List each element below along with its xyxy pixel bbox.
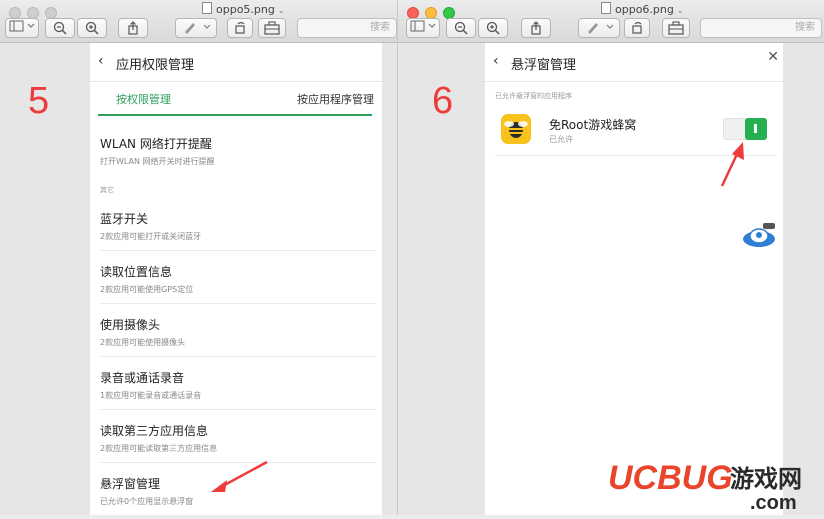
list-item-wlan-reminder[interactable]: WLAN 网络打开提醒 打开WLAN 网络开关时进行提醒: [100, 135, 376, 167]
pen-icon: [185, 23, 211, 34]
share-button[interactable]: [521, 18, 551, 38]
ucbug-watermark: UCBUG 游戏网 .com: [606, 457, 820, 515]
zoom-in-button[interactable]: [478, 18, 508, 38]
list-item-subtitle: 2款应用可能使用摄像头: [100, 338, 186, 347]
search-placeholder: 搜索: [795, 22, 815, 33]
list-item-title: 读取位置信息: [100, 265, 173, 279]
list-item-subtitle: 2款应用可能打开或关闭蓝牙: [100, 232, 202, 241]
phone-screen-permissions: ‹ 应用权限管理 按权限管理 按应用程序管理 WLAN 网络打开提醒 打开WLA…: [90, 43, 382, 515]
tab-by-app[interactable]: 按应用程序管理: [297, 91, 374, 107]
share-icon: [531, 21, 541, 35]
list-item-subtitle: 1款应用可能录音或通话录音: [100, 391, 202, 400]
share-button[interactable]: [118, 18, 148, 38]
list-item-title: WLAN 网络打开提醒: [100, 137, 212, 151]
divider: [100, 409, 376, 410]
floating-ball-icon[interactable]: [741, 219, 781, 249]
list-item-title: 录音或通话录音: [100, 371, 185, 385]
ucbug-logo: UCBUG 游戏网 .com: [607, 458, 802, 514]
zoom-out-icon: [53, 21, 67, 35]
chevron-down-icon[interactable]: ⌄: [278, 6, 285, 15]
back-arrow-icon[interactable]: ‹: [493, 53, 499, 69]
back-arrow-icon[interactable]: ‹: [98, 53, 104, 69]
divider: [100, 250, 376, 251]
rotate-button[interactable]: [227, 18, 253, 38]
pen-icon: [588, 23, 614, 34]
screen-title: 悬浮窗管理: [511, 58, 577, 73]
toolbox-button[interactable]: [662, 18, 690, 38]
screen-header: ‹ 应用权限管理: [90, 43, 382, 82]
watermark-suffix: 游戏网: [730, 465, 802, 493]
close-icon[interactable]: ✕: [767, 49, 779, 65]
rotate-icon: [235, 22, 245, 34]
zoom-in-icon: [85, 21, 99, 35]
rotate-icon: [632, 22, 642, 34]
share-icon: [128, 21, 138, 35]
zoom-in-button[interactable]: [77, 18, 107, 38]
window-titlebar: oppo5.png ⌄ 搜索: [0, 0, 397, 43]
toolbox-button[interactable]: [258, 18, 286, 38]
section-label-other: 其它: [100, 186, 114, 194]
divider: [100, 303, 376, 304]
list-item-subtitle: 打开WLAN 网络开关时进行提醒: [100, 157, 215, 166]
search-field[interactable]: 搜索: [700, 18, 822, 38]
step-number-6: 6: [432, 80, 454, 122]
list-item-location[interactable]: 读取位置信息 2款应用可能使用GPS定位: [100, 263, 376, 295]
sidebar-icon: [9, 20, 35, 32]
step-number-5: 5: [28, 80, 50, 122]
preview-window-oppo5: oppo5.png ⌄ 搜索 5 ‹ 应用权限管理 按权限管理 按应用程序管理 …: [0, 0, 397, 515]
tab-underline: [98, 114, 372, 116]
list-item-third-party-info[interactable]: 读取第三方应用信息 2款应用可能读取第三方应用信息: [100, 422, 376, 454]
red-arrow-annotation-5: [211, 460, 268, 492]
app-name: 免Root游戏蜂窝: [549, 118, 637, 132]
search-field[interactable]: 搜索: [297, 18, 397, 38]
list-item-title: 蓝牙开关: [100, 212, 149, 226]
list-item-title: 读取第三方应用信息: [100, 424, 209, 438]
red-arrow-annotation-6: [720, 142, 744, 187]
window-title: oppo6.png ⌄: [601, 2, 684, 16]
markup-button[interactable]: [175, 18, 217, 38]
watermark-brand: UCBUG: [608, 459, 733, 497]
list-item-subtitle: 2款应用可能使用GPS定位: [100, 285, 194, 294]
phone-screen-floating-window: ‹ 悬浮窗管理 ✕ 已允许悬浮窗的应用程序 免Root游戏蜂窝 已允许: [485, 43, 783, 515]
window-titlebar: oppo6.png ⌄ 搜索: [398, 0, 824, 43]
zoom-in-icon: [486, 21, 500, 35]
zoom-out-icon: [454, 21, 468, 35]
toolbox-icon: [668, 21, 684, 35]
list-item-bluetooth[interactable]: 蓝牙开关 2款应用可能打开或关闭蓝牙: [100, 210, 376, 242]
section-label-allowed-apps: 已允许悬浮窗的应用程序: [495, 92, 572, 100]
chevron-down-icon[interactable]: ⌄: [677, 6, 684, 15]
file-icon: [202, 2, 212, 14]
window-title: oppo5.png ⌄: [202, 2, 285, 16]
markup-button[interactable]: [578, 18, 620, 38]
app-status: 已允许: [549, 135, 573, 144]
window-title-text: oppo6.png: [615, 3, 674, 16]
list-item-camera[interactable]: 使用摄像头 2款应用可能使用摄像头: [100, 316, 376, 348]
list-item-title: 使用摄像头: [100, 318, 161, 332]
toolbox-icon: [264, 21, 280, 35]
tab-by-permission[interactable]: 按权限管理: [116, 91, 171, 107]
list-item-recording[interactable]: 录音或通话录音 1款应用可能录音或通话录音: [100, 369, 376, 401]
file-icon: [601, 2, 611, 14]
tab-bar: 按权限管理 按应用程序管理: [90, 81, 382, 115]
list-item-subtitle: 2款应用可能读取第三方应用信息: [100, 444, 218, 453]
zoom-out-button[interactable]: [45, 18, 75, 38]
bee-app-icon: [501, 114, 531, 144]
bee-icon: [504, 121, 528, 138]
search-placeholder: 搜索: [370, 22, 390, 33]
preview-window-oppo6: oppo6.png ⌄ 搜索 6 ‹ 悬浮窗管理 ✕ 已允许悬浮窗的应用程序 免…: [397, 0, 824, 515]
watermark-domain: .com: [750, 492, 797, 514]
rotate-button[interactable]: [624, 18, 650, 38]
screen-title: 应用权限管理: [116, 58, 195, 73]
watermark-text-group: UCBUG 游戏网 .com: [607, 458, 802, 514]
divider: [100, 356, 376, 357]
toggle-knob: [745, 118, 767, 140]
floating-window-toggle[interactable]: [723, 118, 767, 140]
screen-header: ‹ 悬浮窗管理 ✕: [485, 43, 783, 82]
sidebar-toggle-button[interactable]: [406, 18, 440, 38]
sidebar-toggle-button[interactable]: [5, 18, 39, 38]
window-title-text: oppo5.png: [216, 3, 275, 16]
sidebar-icon: [410, 20, 436, 32]
zoom-out-button[interactable]: [446, 18, 476, 38]
